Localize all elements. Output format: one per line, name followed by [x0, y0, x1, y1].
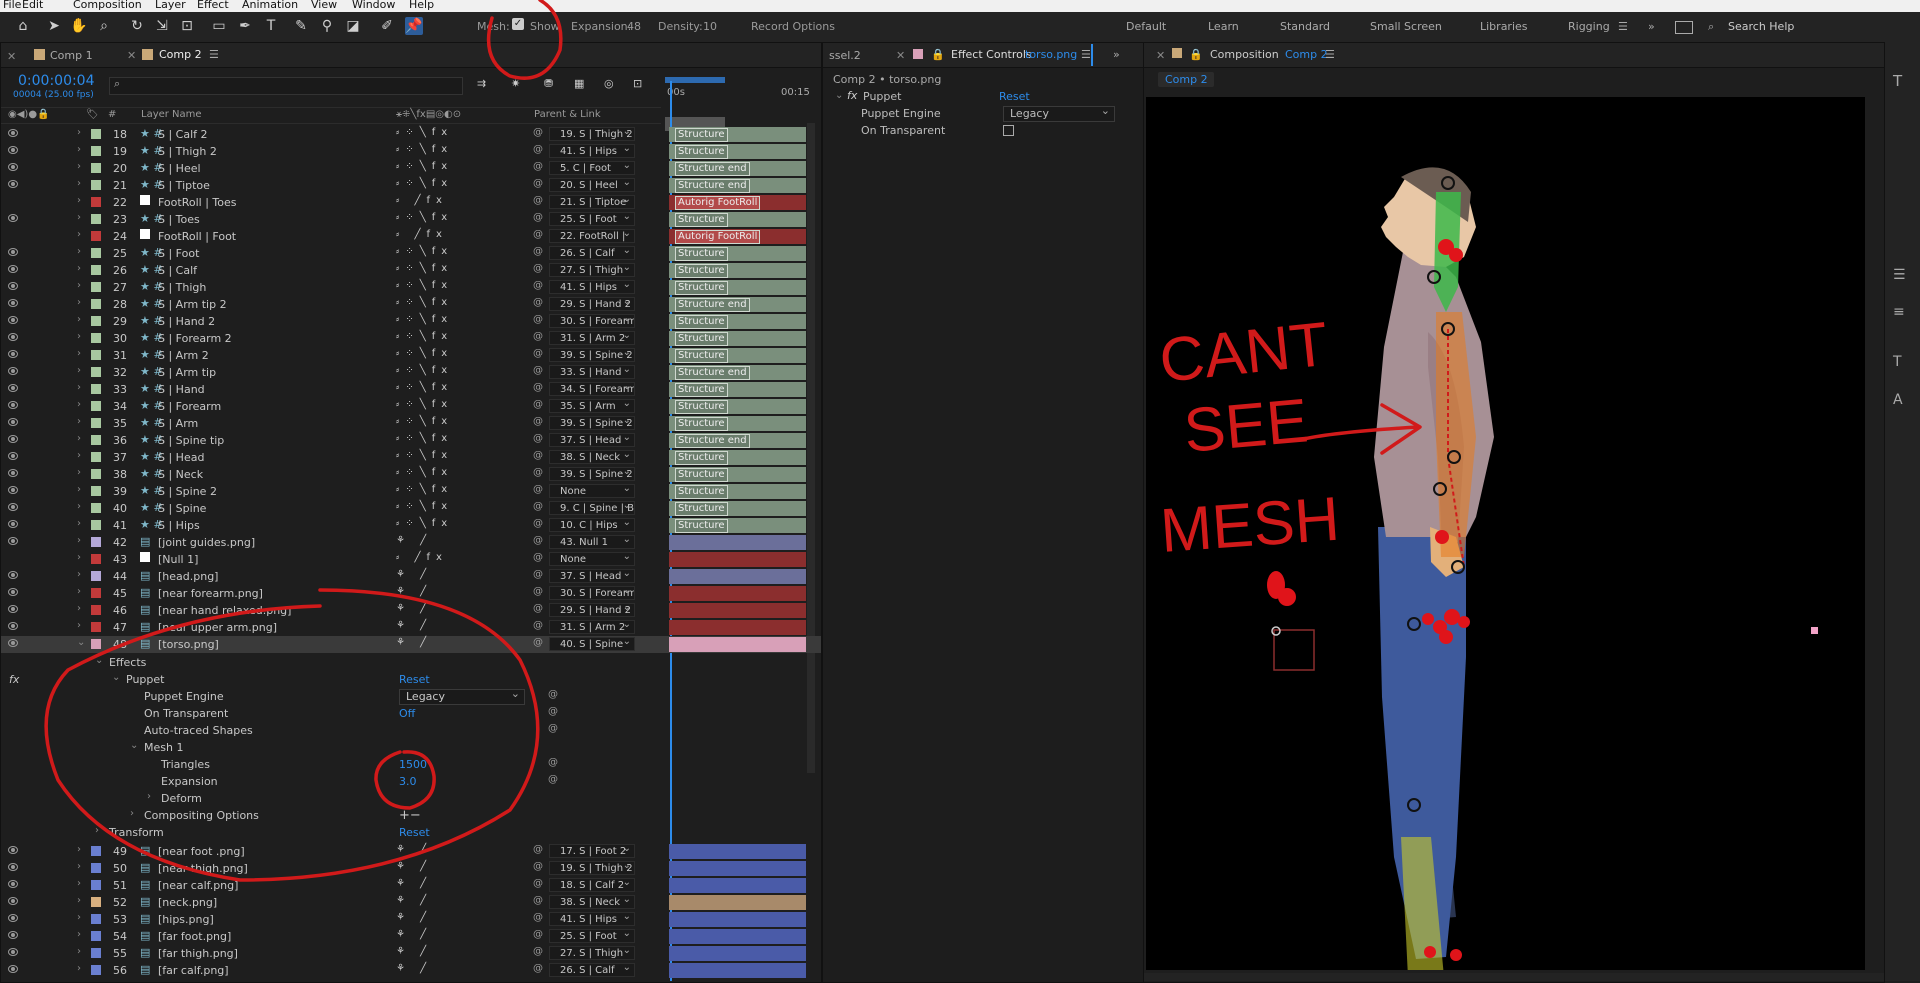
- annotation-circle-effects: [44, 588, 540, 882]
- annotation-overlay: [44, 0, 563, 882]
- annotation-circle-toolbar: [486, 0, 563, 80]
- annotation-circle-triangles: [374, 750, 436, 810]
